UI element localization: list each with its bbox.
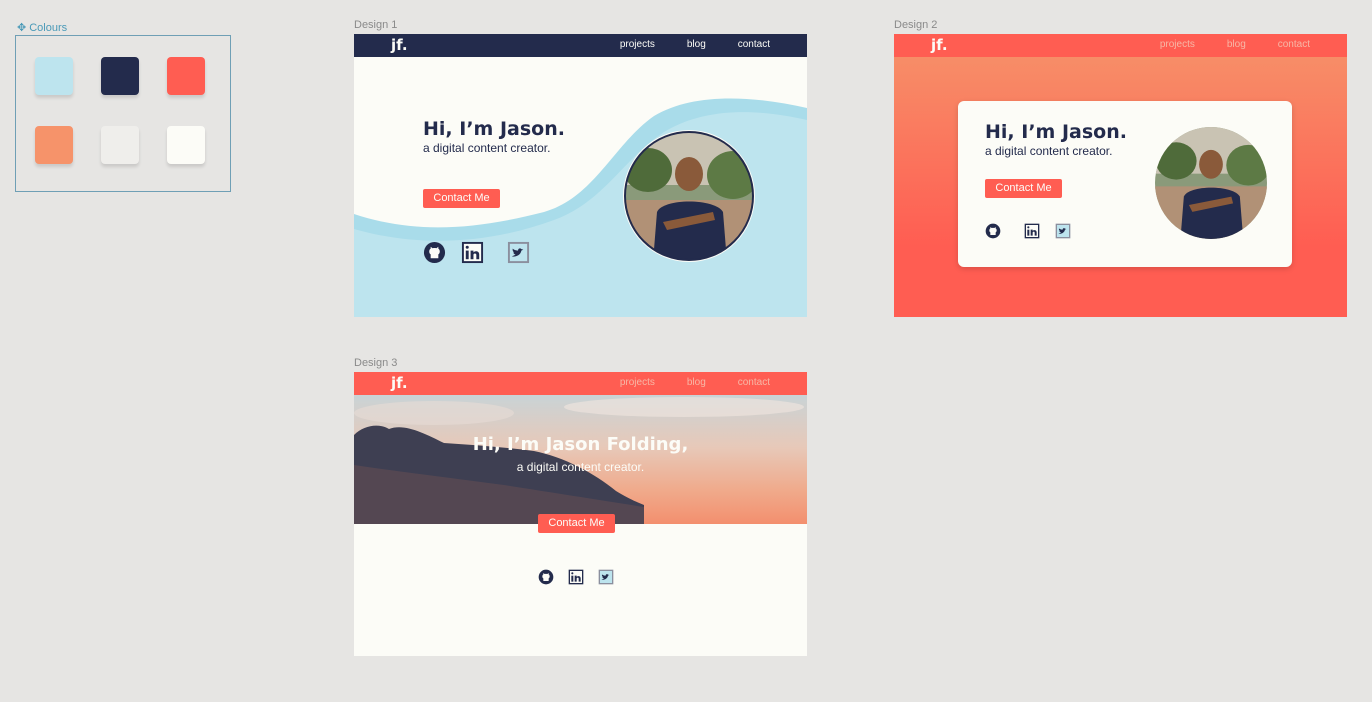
- logo[interactable]: jf.: [931, 36, 948, 54]
- component-icon: ✥: [17, 22, 27, 34]
- hero-subtitle: a digital content creator.: [423, 141, 551, 155]
- linkedin-icon[interactable]: [568, 569, 584, 585]
- nav-projects[interactable]: projects: [1160, 39, 1195, 50]
- hero-subtitle: a digital content creator.: [985, 144, 1113, 158]
- swatch-light-blue[interactable]: [35, 57, 73, 95]
- design-2-frame[interactable]: jf. projects blog contact Hi, I’m Jason.…: [894, 34, 1347, 317]
- nav-contact[interactable]: contact: [1278, 39, 1310, 50]
- nav-blog[interactable]: blog: [1227, 39, 1246, 50]
- github-icon[interactable]: [423, 241, 446, 264]
- contact-me-button[interactable]: Contact Me: [538, 514, 615, 533]
- github-icon[interactable]: [985, 223, 1001, 239]
- navbar: jf. projects blog contact: [894, 34, 1347, 57]
- design-3-frame[interactable]: jf. projects blog contact Hi, I’m Jason …: [354, 372, 807, 656]
- swatch-navy[interactable]: [101, 57, 139, 95]
- swatch-off-white[interactable]: [167, 126, 205, 164]
- profile-photo: [623, 130, 755, 262]
- design-1-frame[interactable]: jf. projects blog contact Hi, I’m Jason.…: [354, 34, 807, 317]
- nav-projects[interactable]: projects: [620, 377, 655, 388]
- swatch-red[interactable]: [167, 57, 205, 95]
- navbar: jf. projects blog contact: [354, 34, 807, 57]
- twitter-icon[interactable]: [598, 569, 614, 585]
- nav-blog[interactable]: blog: [687, 377, 706, 388]
- twitter-icon[interactable]: [507, 241, 530, 264]
- hero-subtitle: a digital content creator.: [516, 460, 645, 474]
- nav-projects[interactable]: projects: [620, 39, 655, 50]
- nav-contact[interactable]: contact: [738, 377, 770, 388]
- logo[interactable]: jf.: [391, 374, 408, 392]
- hero-title: Hi, I’m Jason Folding,: [472, 434, 689, 455]
- logo[interactable]: jf.: [391, 36, 408, 54]
- github-icon[interactable]: [538, 569, 554, 585]
- contact-me-button[interactable]: Contact Me: [985, 179, 1062, 198]
- twitter-icon[interactable]: [1055, 223, 1071, 239]
- profile-photo: [1155, 127, 1267, 239]
- hero-title: Hi, I’m Jason.: [423, 118, 565, 140]
- linkedin-icon[interactable]: [461, 241, 484, 264]
- navbar: jf. projects blog contact: [354, 372, 807, 395]
- linkedin-icon[interactable]: [1024, 223, 1040, 239]
- design-3-label[interactable]: Design 3: [354, 357, 397, 369]
- nav-blog[interactable]: blog: [687, 39, 706, 50]
- nav-contact[interactable]: contact: [738, 39, 770, 50]
- design-1-label[interactable]: Design 1: [354, 19, 397, 31]
- colours-label-text: Colours: [29, 22, 68, 34]
- design-2-label[interactable]: Design 2: [894, 19, 937, 31]
- swatch-light-grey[interactable]: [101, 126, 139, 164]
- colours-panel[interactable]: [15, 35, 231, 192]
- contact-me-button[interactable]: Contact Me: [423, 189, 500, 208]
- hero-card: Hi, I’m Jason. a digital content creator…: [958, 101, 1292, 267]
- hero-title: Hi, I’m Jason.: [985, 121, 1127, 143]
- colours-frame-label[interactable]: ✥ Colours: [17, 21, 67, 34]
- swatch-orange[interactable]: [35, 126, 73, 164]
